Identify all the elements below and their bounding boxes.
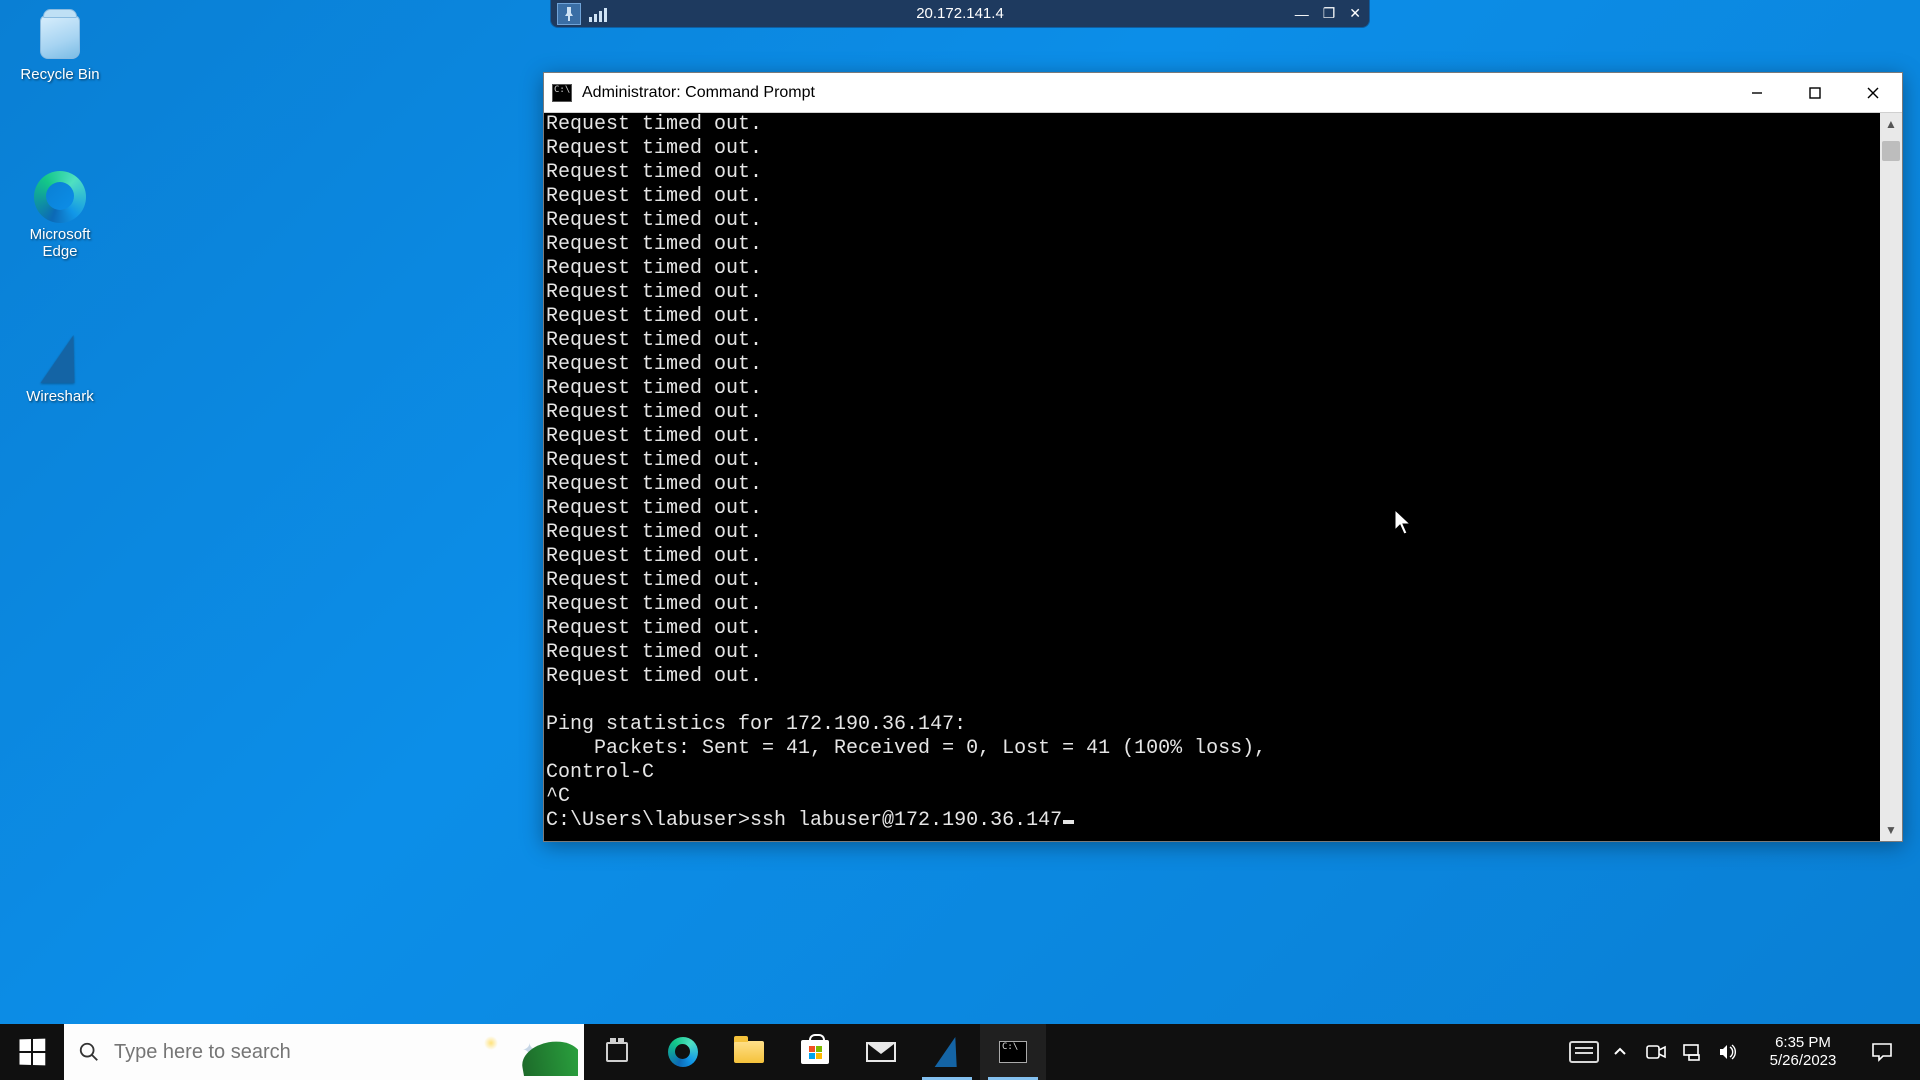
windows-logo-icon <box>20 1039 46 1066</box>
wireshark-icon <box>935 1037 960 1067</box>
desktop-icon-label: Recycle Bin <box>20 66 99 83</box>
clock-time: 6:35 PM <box>1775 1034 1831 1052</box>
remote-minimize-button[interactable]: — <box>1295 6 1309 22</box>
remote-close-button[interactable]: ✕ <box>1349 5 1361 22</box>
window-title: Administrator: Command Prompt <box>582 84 815 102</box>
taskbar-app-wireshark[interactable] <box>914 1024 980 1080</box>
taskbar: ✦ C:\ 6:35 PM 5/26/2023 <box>0 1024 1920 1080</box>
signal-icon <box>589 6 607 22</box>
tray-network[interactable] <box>1676 1024 1708 1080</box>
task-view-button[interactable] <box>584 1024 650 1080</box>
folder-icon <box>734 1041 764 1063</box>
close-button[interactable] <box>1844 73 1902 112</box>
taskbar-app-cmd[interactable]: C:\ <box>980 1024 1046 1080</box>
network-icon <box>1682 1043 1702 1061</box>
touch-keyboard-button[interactable] <box>1568 1024 1600 1080</box>
taskbar-app-edge[interactable] <box>650 1024 716 1080</box>
tray-volume[interactable] <box>1712 1024 1744 1080</box>
terminal-output[interactable]: Request timed out. Request timed out. Re… <box>544 113 1880 841</box>
cmd-icon: C:\ <box>999 1041 1027 1063</box>
scroll-up-button[interactable]: ▲ <box>1880 113 1902 135</box>
pin-icon[interactable] <box>557 3 581 25</box>
cmd-icon: C:\ <box>552 84 572 102</box>
desktop-icon-label: Wireshark <box>26 388 94 405</box>
chevron-up-icon <box>1613 1045 1627 1059</box>
system-tray: 6:35 PM 5/26/2023 <box>1568 1024 1920 1080</box>
camera-icon <box>1646 1044 1666 1060</box>
taskbar-app-mail[interactable] <box>848 1024 914 1080</box>
store-icon <box>801 1040 829 1064</box>
remote-restore-button[interactable]: ❐ <box>1323 5 1336 22</box>
edge-icon <box>668 1037 698 1067</box>
desktop-icon-recycle-bin[interactable]: Recycle Bin <box>10 8 110 83</box>
scrollbar[interactable]: ▲ ▼ <box>1880 113 1902 841</box>
maximize-button[interactable] <box>1786 73 1844 112</box>
start-button[interactable] <box>0 1024 64 1080</box>
speaker-icon <box>1718 1043 1738 1061</box>
notification-icon <box>1871 1042 1893 1062</box>
desktop-icon-wireshark[interactable]: Wireshark <box>10 330 110 405</box>
keyboard-icon <box>1569 1041 1599 1063</box>
taskbar-app-explorer[interactable] <box>716 1024 782 1080</box>
scroll-thumb[interactable] <box>1882 141 1900 161</box>
search-input[interactable] <box>114 1041 570 1064</box>
clock-date: 5/26/2023 <box>1770 1052 1837 1070</box>
remote-ip-label: 20.172.141.4 <box>916 5 1004 22</box>
command-prompt-window[interactable]: C:\ Administrator: Command Prompt Reques… <box>543 72 1903 842</box>
recycle-bin-icon <box>31 8 89 66</box>
mail-icon <box>866 1042 896 1062</box>
wireshark-icon <box>31 330 89 388</box>
desktop-icon-label: Microsoft Edge <box>30 226 91 260</box>
action-center-button[interactable] <box>1862 1042 1902 1062</box>
desktop-icon-edge[interactable]: Microsoft Edge <box>10 168 110 260</box>
tray-overflow-button[interactable] <box>1604 1024 1636 1080</box>
scroll-down-button[interactable]: ▼ <box>1880 819 1902 841</box>
taskbar-clock[interactable]: 6:35 PM 5/26/2023 <box>1748 1034 1858 1070</box>
task-view-icon <box>606 1042 628 1062</box>
taskbar-app-store[interactable] <box>782 1024 848 1080</box>
search-icon <box>78 1041 100 1063</box>
edge-icon <box>31 168 89 226</box>
tray-meet-now[interactable] <box>1640 1024 1672 1080</box>
minimize-button[interactable] <box>1728 73 1786 112</box>
taskbar-search[interactable]: ✦ <box>64 1024 584 1080</box>
window-titlebar[interactable]: C:\ Administrator: Command Prompt <box>544 73 1902 113</box>
remote-connection-bar[interactable]: 20.172.141.4 — ❐ ✕ <box>550 0 1370 28</box>
